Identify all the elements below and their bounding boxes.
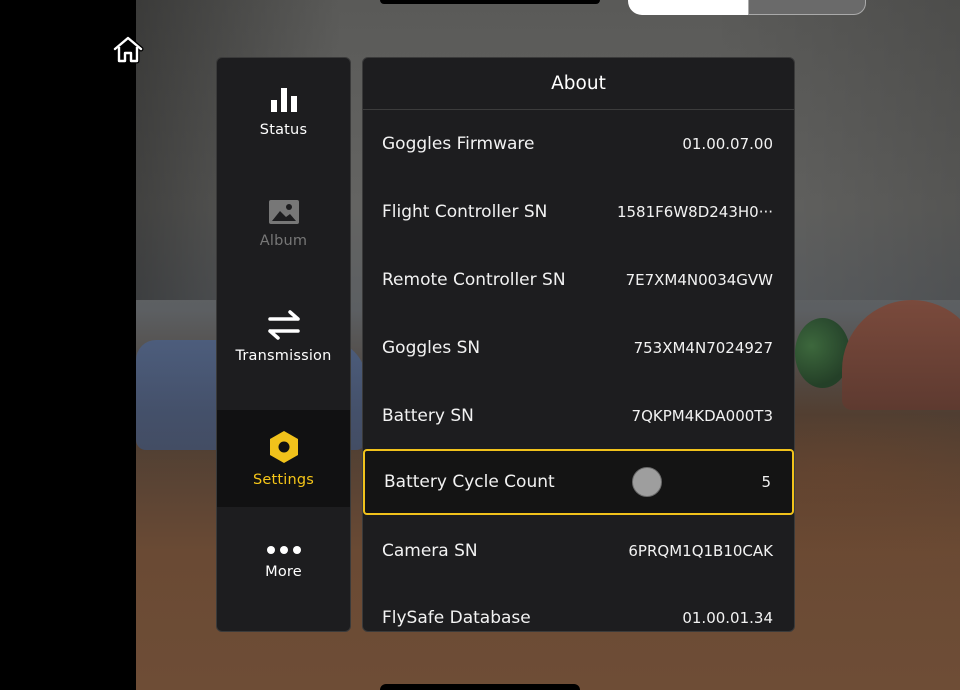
row-label: Battery SN: [382, 406, 474, 426]
row-label: Goggles Firmware: [382, 134, 535, 154]
list-item-camera-sn[interactable]: Camera SN 6PRQM1Q1B10CAK: [363, 518, 794, 584]
row-value: 5: [761, 473, 771, 491]
sidebar-item-transmission[interactable]: Transmission: [217, 288, 350, 385]
row-label: Camera SN: [382, 541, 478, 561]
row-label: Remote Controller SN: [382, 270, 566, 290]
image-icon: [268, 199, 299, 224]
transfer-arrows-icon: [267, 309, 300, 340]
sidebar-item-more[interactable]: More: [217, 513, 350, 610]
sidebar-item-label: More: [265, 563, 302, 580]
bottom-edge-bar: [380, 684, 580, 690]
hexagon-gear-icon: [269, 430, 298, 463]
about-panel: About Goggles Firmware 01.00.07.00 Fligh…: [362, 57, 795, 632]
list-item-battery-sn[interactable]: Battery SN 7QKPM4KDA000T3: [363, 383, 794, 449]
home-icon: [112, 35, 144, 64]
list-item-flysafe-database[interactable]: FlySafe Database 01.00.01.34: [363, 585, 794, 631]
panel-title: About: [363, 58, 794, 110]
list-item-flight-controller-sn[interactable]: Flight Controller SN 1581F6W8D243H0···: [363, 179, 794, 245]
more-dots-icon: [266, 545, 301, 554]
row-label: FlySafe Database: [382, 608, 531, 628]
row-value: 1581F6W8D243H0···: [616, 203, 773, 221]
top-edge-bar: [380, 0, 600, 4]
sidebar: Status Album Transmission Settings More: [216, 57, 351, 632]
row-value: 7E7XM4N0034GVW: [625, 271, 773, 289]
row-value: 7QKPM4KDA000T3: [631, 407, 773, 425]
row-label: Battery Cycle Count: [384, 472, 555, 492]
row-label: Goggles SN: [382, 338, 481, 358]
sidebar-item-label: Transmission: [235, 347, 332, 364]
sidebar-item-status[interactable]: Status: [217, 63, 350, 160]
sidebar-item-label: Album: [259, 232, 308, 249]
row-value: 753XM4N7024927: [633, 339, 773, 357]
row-value: 01.00.07.00: [682, 135, 773, 153]
sidebar-item-settings[interactable]: Settings: [217, 410, 350, 507]
sidebar-item-album[interactable]: Album: [217, 175, 350, 272]
sidebar-item-label: Status: [259, 121, 308, 138]
bar-chart-icon: [270, 87, 297, 112]
pointer-cursor: [632, 467, 662, 497]
top-indicator-right: [748, 0, 866, 15]
row-label: Flight Controller SN: [382, 202, 548, 222]
list-item-goggles-sn[interactable]: Goggles SN 753XM4N7024927: [363, 315, 794, 381]
list-item-battery-cycle-count[interactable]: Battery Cycle Count 5: [363, 449, 794, 515]
list-item-remote-controller-sn[interactable]: Remote Controller SN 7E7XM4N0034GVW: [363, 247, 794, 313]
sidebar-item-label: Settings: [252, 471, 315, 488]
top-indicator-left: [628, 0, 750, 15]
row-value: 6PRQM1Q1B10CAK: [628, 542, 773, 560]
list-item-goggles-firmware[interactable]: Goggles Firmware 01.00.07.00: [363, 111, 794, 177]
home-button[interactable]: [112, 34, 144, 66]
row-value: 01.00.01.34: [682, 609, 773, 627]
